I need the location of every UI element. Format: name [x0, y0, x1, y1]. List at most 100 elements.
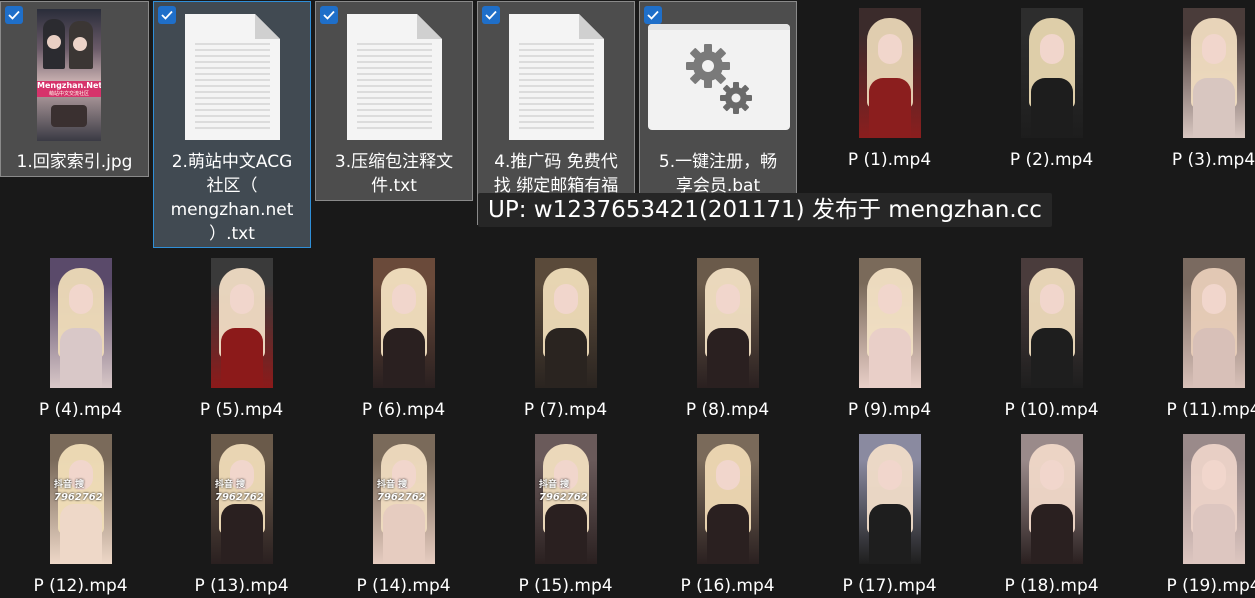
- file-item-index-jpg[interactable]: Mengzhan.Net 萌站中文交流社区 1.回家索引.jpg: [0, 1, 149, 177]
- video-thumbnail[interactable]: [1021, 8, 1083, 138]
- gear-icon: [686, 44, 752, 114]
- video-thumbnail[interactable]: [211, 258, 273, 388]
- video-file-name: P (9).mp4: [847, 400, 932, 420]
- thumbnail-subject-body: [1031, 328, 1073, 388]
- file-item-mengzhan-txt[interactable]: 2.萌站中文ACG 社区（ mengzhan.net ）.txt: [153, 1, 311, 248]
- video-file-name: P (19).mp4: [1166, 576, 1255, 596]
- video-watermark-search: 抖音 搜: [377, 480, 408, 490]
- file-name-line: 2.萌站中文ACG: [171, 152, 293, 172]
- file-item-archive-notes-txt[interactable]: 3.压缩包注释文 件.txt: [315, 1, 473, 201]
- thumbnail-subject-body: [1193, 328, 1235, 388]
- checkbox-checked-icon[interactable]: [158, 6, 176, 24]
- video-file-name: P (1).mp4: [847, 150, 932, 170]
- text-file-icon: [509, 14, 604, 140]
- video-file-name: P (12).mp4: [33, 576, 128, 596]
- video-file-name: P (10).mp4: [1004, 400, 1099, 420]
- thumbnail-subject-body: [383, 328, 425, 388]
- video-watermark-code: 7962762: [539, 492, 588, 503]
- thumbnail-subject-face: [1202, 460, 1226, 490]
- video-file-name: P (13).mp4: [194, 576, 289, 596]
- file-name-line: 4.推广码 免费代: [494, 152, 618, 172]
- checkbox-checked-icon[interactable]: [644, 6, 662, 24]
- thumbnail-subject-face: [1040, 284, 1064, 314]
- uploader-overlay-text: UP: w1237653421(201171) 发布于 mengzhan.cc: [478, 193, 1052, 227]
- thumbnail-subject-face: [69, 284, 93, 314]
- image-thumbnail: Mengzhan.Net 萌站中文交流社区: [37, 9, 101, 141]
- video-thumbnail[interactable]: [1183, 434, 1245, 564]
- thumbnail-subject-face: [716, 460, 740, 490]
- thumbnail-subject-face: [392, 284, 416, 314]
- video-thumbnail[interactable]: [697, 258, 759, 388]
- thumbnail-subject-face: [1202, 284, 1226, 314]
- thumbnail-subject-body: [707, 504, 749, 564]
- video-file-name: P (4).mp4: [38, 400, 123, 420]
- video-watermark-code: 7962762: [377, 492, 426, 503]
- thumbnail-subject-body: [60, 504, 102, 564]
- thumbnail-subject-body: [221, 328, 263, 388]
- video-file-name: P (11).mp4: [1166, 400, 1255, 420]
- video-thumbnail[interactable]: [859, 434, 921, 564]
- thumbnail-subject-body: [221, 504, 263, 564]
- video-thumbnail[interactable]: [535, 258, 597, 388]
- thumbnail-subject-body: [383, 504, 425, 564]
- video-file-name: P (6).mp4: [361, 400, 446, 420]
- video-file-name: P (18).mp4: [1004, 576, 1099, 596]
- video-file-name: P (16).mp4: [680, 576, 775, 596]
- video-file-name: P (5).mp4: [199, 400, 284, 420]
- thumbnail-subject-face: [878, 460, 902, 490]
- thumbnail-subject-body: [1031, 78, 1073, 138]
- thumbnail-subject-face: [1202, 34, 1226, 64]
- file-name-line: 5.一键注册，畅: [658, 152, 778, 172]
- thumbnail-subject-body: [707, 328, 749, 388]
- video-file-name: P (15).mp4: [518, 576, 613, 596]
- thumbnail-subject-body: [545, 504, 587, 564]
- thumbnail-subject-body: [60, 328, 102, 388]
- video-file-name: P (3).mp4: [1171, 150, 1255, 170]
- file-item-register-bat[interactable]: 5.一键注册，畅 享会员.bat: [639, 1, 797, 201]
- checkbox-checked-icon[interactable]: [320, 6, 338, 24]
- thumbnail-subject-face: [878, 34, 902, 64]
- file-name-line: ）.txt: [209, 224, 255, 244]
- text-file-icon: [347, 14, 442, 140]
- text-file-icon: [185, 14, 280, 140]
- thumbnail-subject-face: [554, 284, 578, 314]
- batch-file-icon: [648, 24, 790, 130]
- video-watermark-search: 抖音 搜: [215, 480, 246, 490]
- thumbnail-subject-body: [1031, 504, 1073, 564]
- thumbnail-subject-body: [869, 504, 911, 564]
- thumbnail-subject-body: [869, 78, 911, 138]
- thumbnail-subject-body: [1193, 78, 1235, 138]
- thumbnail-subtitle: 萌站中文交流社区: [48, 91, 89, 97]
- file-item-promo-txt[interactable]: 4.推广码 免费代 找 绑定邮箱有福: [477, 1, 635, 225]
- thumbnail-subject-body: [869, 328, 911, 388]
- video-thumbnail[interactable]: [50, 258, 112, 388]
- video-watermark-search: 抖音 搜: [54, 480, 85, 490]
- video-thumbnail[interactable]: [1183, 8, 1245, 138]
- video-thumbnail[interactable]: [697, 434, 759, 564]
- video-thumbnail[interactable]: [859, 8, 921, 138]
- video-file-name: P (14).mp4: [356, 576, 451, 596]
- video-watermark-code: 7962762: [215, 492, 264, 503]
- thumbnail-subject-face: [878, 284, 902, 314]
- video-thumbnail[interactable]: [373, 258, 435, 388]
- video-thumbnail[interactable]: 抖音 搜 7962762: [535, 434, 597, 564]
- thumbnail-title: Mengzhan.Net: [37, 81, 101, 90]
- file-name-line: 3.压缩包注释文: [334, 152, 454, 172]
- thumbnail-subject-face: [716, 284, 740, 314]
- file-name-line: 社区（: [206, 176, 258, 196]
- video-file-name: P (7).mp4: [523, 400, 608, 420]
- video-thumbnail[interactable]: [1183, 258, 1245, 388]
- file-name: 1.回家索引.jpg: [16, 152, 133, 172]
- thumbnail-subject-face: [1040, 460, 1064, 490]
- video-thumbnail[interactable]: 抖音 搜 7962762: [211, 434, 273, 564]
- checkbox-checked-icon[interactable]: [482, 6, 500, 24]
- video-thumbnail[interactable]: 抖音 搜 7962762: [373, 434, 435, 564]
- video-file-name: P (8).mp4: [685, 400, 770, 420]
- video-thumbnail[interactable]: [1021, 258, 1083, 388]
- video-thumbnail[interactable]: 抖音 搜 7962762: [50, 434, 112, 564]
- video-file-name: P (17).mp4: [842, 576, 937, 596]
- thumbnail-subject-face: [1040, 34, 1064, 64]
- checkbox-checked-icon[interactable]: [5, 6, 23, 24]
- video-thumbnail[interactable]: [859, 258, 921, 388]
- video-thumbnail[interactable]: [1021, 434, 1083, 564]
